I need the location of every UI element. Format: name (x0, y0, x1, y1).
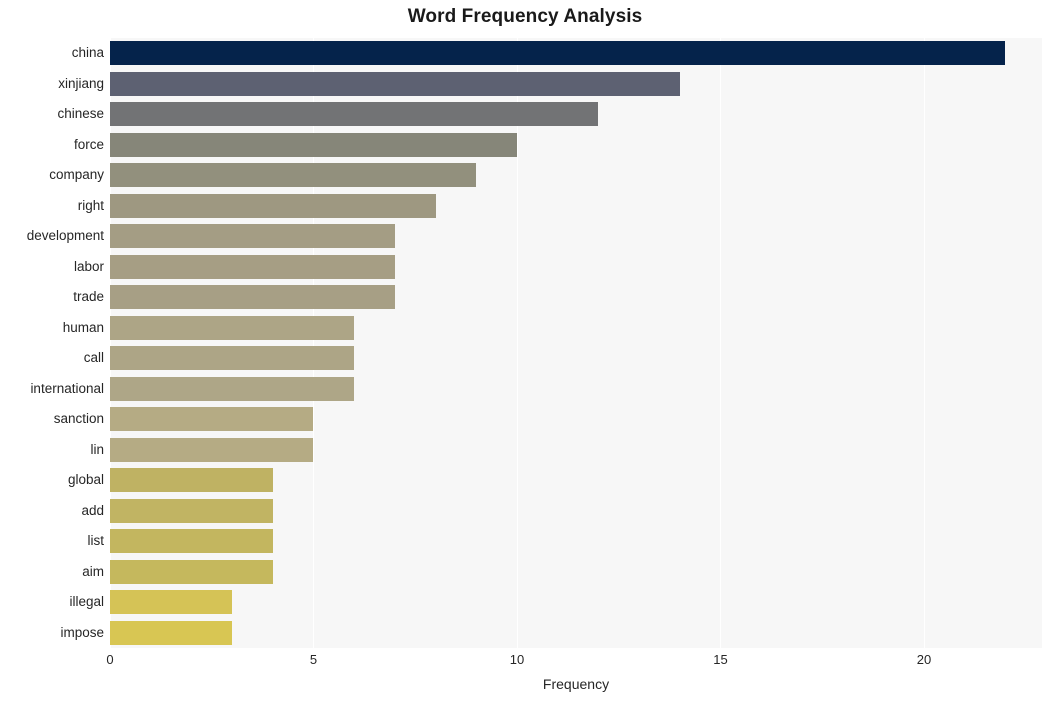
bar (110, 620, 233, 645)
bar (110, 71, 680, 96)
bar (110, 193, 436, 218)
bar (110, 285, 395, 310)
y-axis-tick-label: human (62, 319, 104, 335)
y-axis-tick-label: aim (82, 563, 104, 579)
bar (110, 132, 517, 157)
x-axis-tick-label: 15 (713, 652, 728, 667)
y-axis-tick-label: lin (90, 441, 104, 457)
y-axis-tick-label: right (77, 197, 104, 213)
y-axis-tick-label: development (26, 228, 104, 244)
bar (110, 407, 314, 432)
bar (110, 346, 355, 371)
y-axis-tick-label: chinese (57, 106, 104, 122)
x-axis-tick-label: 5 (309, 652, 318, 667)
bar (110, 254, 395, 279)
y-axis-tick-label: labor (73, 258, 104, 274)
x-axis-tick-label: 20 (916, 652, 932, 667)
x-axis-tick-label: 10 (509, 652, 525, 667)
x-axis-tick-labels: 0 5 10 15 20 (106, 652, 1042, 672)
bar (110, 163, 477, 188)
y-axis-tick-label: call (83, 350, 104, 366)
bar (110, 376, 355, 401)
bar (110, 224, 395, 249)
bar (110, 559, 273, 584)
y-axis-tick-label: impose (60, 624, 104, 640)
bar (110, 529, 273, 554)
bar (110, 315, 355, 340)
y-axis-tick-label: illegal (69, 594, 104, 610)
plot-area (110, 38, 1042, 648)
y-axis-tick-label: sanction (53, 411, 104, 427)
y-axis-tick-label: list (87, 533, 105, 549)
y-axis-tick-label: company (49, 167, 104, 183)
bar (110, 468, 273, 493)
x-axis-tick-label: 0 (106, 652, 114, 667)
y-axis-tick-label: add (81, 502, 104, 518)
y-axis-tick-label: xinjiang (58, 75, 104, 91)
y-axis-tick-label: force (73, 136, 104, 152)
y-axis-tick-label: global (67, 472, 104, 488)
bar (110, 590, 233, 615)
y-axis-tick-labels: china xinjiang chinese force company right dev… (0, 38, 104, 648)
bar (110, 102, 599, 127)
x-axis-title: Frequency (542, 676, 610, 692)
word-frequency-bar-chart: Word Frequency Analysis china xinjiang chi… (0, 0, 1050, 701)
bar-series (110, 38, 1042, 648)
chart-title: Word Frequency Analysis (407, 6, 643, 27)
y-axis-tick-label: china (71, 45, 104, 61)
y-axis-tick-label: international (30, 380, 104, 396)
bar (110, 41, 1006, 66)
y-axis-tick-label: trade (73, 289, 104, 305)
bar (110, 437, 314, 462)
bar (110, 498, 273, 523)
